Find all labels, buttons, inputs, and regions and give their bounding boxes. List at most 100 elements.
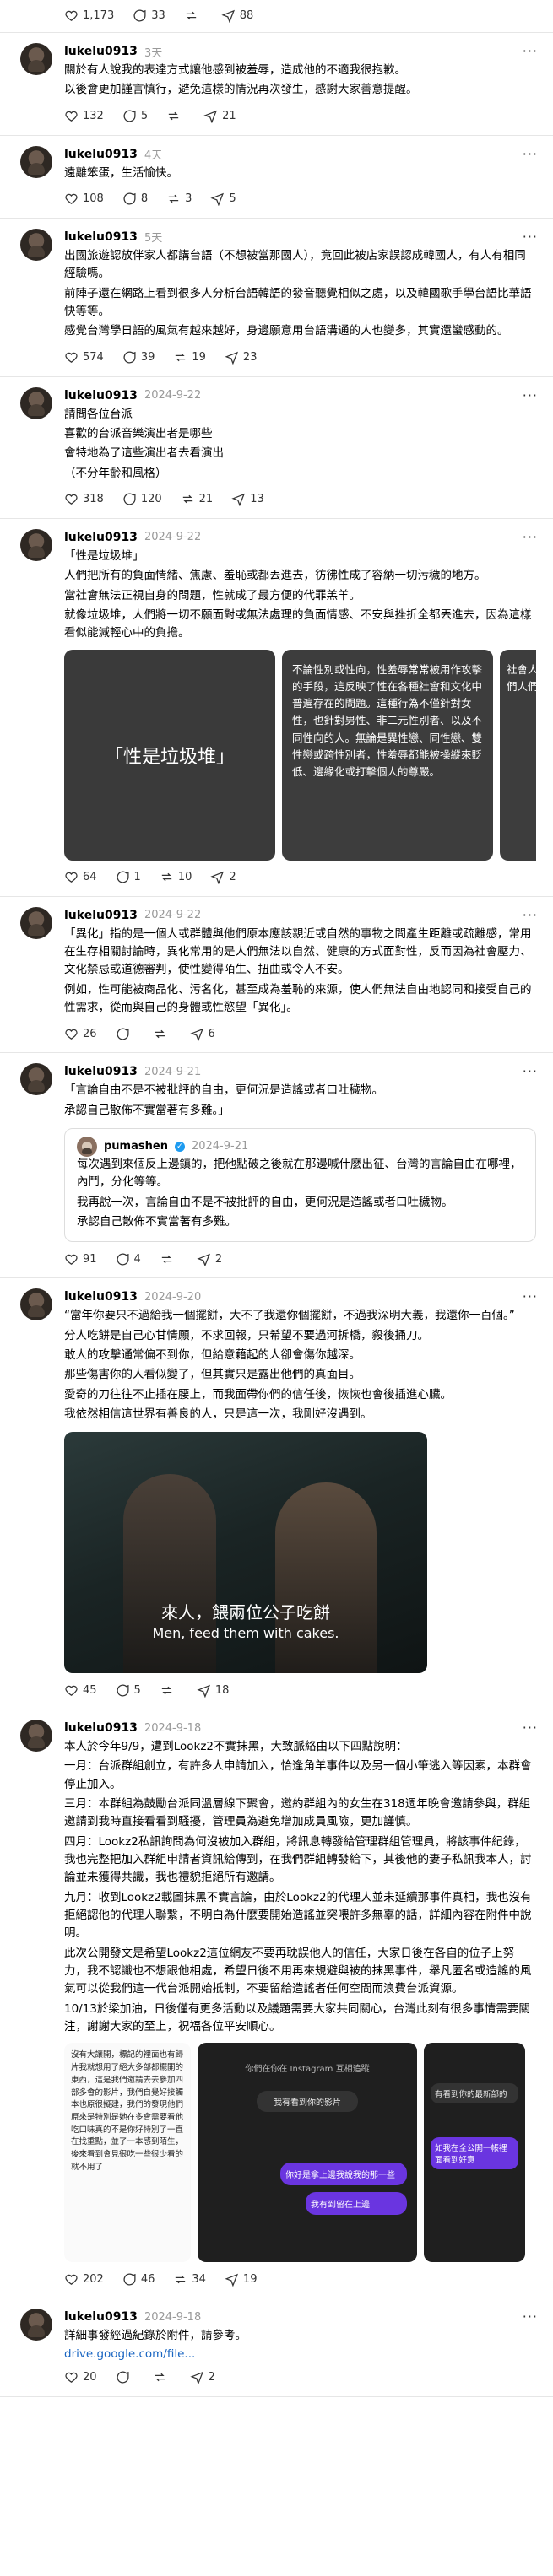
like-button[interactable]: 91 xyxy=(64,1252,97,1266)
more-options-icon[interactable]: ··· xyxy=(523,529,538,545)
like-button[interactable]: 108 xyxy=(64,192,104,206)
repost-button[interactable]: 19 xyxy=(173,350,206,365)
more-options-icon[interactable]: ··· xyxy=(523,907,538,923)
share-button[interactable]: 2 xyxy=(210,870,236,885)
repost-button[interactable] xyxy=(160,1683,178,1698)
quote-username[interactable]: pumashen xyxy=(104,1140,168,1153)
like-button[interactable]: 318 xyxy=(64,492,104,506)
screenshot-card[interactable]: 有看到你的最新部的 如我在全公開一帳裡面看到好意 xyxy=(424,2043,525,2263)
chat-bubble: 你好是拿上邊我說我的那一些 xyxy=(280,2163,407,2186)
share-button[interactable]: 5 xyxy=(210,192,236,207)
comment-button[interactable] xyxy=(116,1027,134,1041)
avatar[interactable] xyxy=(20,228,52,261)
comment-button[interactable]: 46 xyxy=(122,2272,155,2287)
avatar[interactable] xyxy=(20,1720,52,1752)
avatar[interactable] xyxy=(20,2309,52,2341)
avatar[interactable] xyxy=(20,145,52,178)
like-count: 1,173 xyxy=(83,8,115,22)
share-button[interactable]: 88 xyxy=(221,8,253,23)
more-options-icon[interactable]: ··· xyxy=(523,1720,538,1736)
more-options-icon[interactable]: ··· xyxy=(523,1063,538,1079)
share-button[interactable]: 19 xyxy=(225,2272,257,2287)
repost-button[interactable] xyxy=(153,2370,171,2384)
post-paragraph: 每次遇到來個反上邊鎮的，把他點破之後就在那邊喊什麼出征、台灣的言論自由在哪裡，內… xyxy=(77,1157,522,1190)
more-options-icon[interactable]: ··· xyxy=(523,2309,538,2325)
username[interactable]: lukelu0913 xyxy=(64,1721,138,1735)
share-count: 2 xyxy=(214,1252,223,1266)
screenshot-carousel[interactable]: 沒有大讓開，標記的裡面也有歸片我就想用了絕大多部都擺開的東西，這是我們邀請去去參… xyxy=(64,2043,536,2263)
repost-button[interactable] xyxy=(166,109,185,123)
more-options-icon[interactable]: ··· xyxy=(523,229,538,245)
share-icon xyxy=(225,2273,238,2287)
avatar[interactable] xyxy=(20,906,52,939)
share-button[interactable]: 18 xyxy=(197,1683,229,1698)
quoted-post[interactable]: pumashen ✓ 2024-9-21 每次遇到來個反上邊鎮的，把他點破之後就… xyxy=(64,1127,536,1243)
comment-button[interactable] xyxy=(116,2370,134,2384)
image-card[interactable]: 不論性別或性向，性羞辱常常被用作攻擊的手段，這反映了性在各種社會和文化中普遍存在… xyxy=(282,649,493,861)
avatar[interactable] xyxy=(20,1063,52,1096)
username[interactable]: lukelu0913 xyxy=(64,1290,138,1304)
image-card[interactable]: 社會人們人們 xyxy=(500,649,536,861)
avatar[interactable] xyxy=(20,386,52,419)
screenshot-text: 你們在你在 Instagram 互相追蹤 xyxy=(245,2065,370,2075)
repost-count: 10 xyxy=(177,871,192,884)
comment-button[interactable]: 39 xyxy=(122,350,155,365)
like-button[interactable]: 1,173 xyxy=(64,8,114,23)
heart-icon xyxy=(65,1685,78,1696)
repost-button[interactable] xyxy=(160,1252,178,1266)
image-card[interactable]: 「性是垃圾堆」 xyxy=(64,649,275,861)
like-button[interactable]: 26 xyxy=(64,1027,97,1041)
like-button[interactable]: 574 xyxy=(64,350,104,365)
like-button[interactable]: 202 xyxy=(64,2272,104,2287)
username[interactable]: lukelu0913 xyxy=(64,230,138,244)
username[interactable]: lukelu0913 xyxy=(64,148,138,161)
username[interactable]: lukelu0913 xyxy=(64,2310,138,2324)
share-button[interactable]: 13 xyxy=(231,492,264,507)
username[interactable]: lukelu0913 xyxy=(64,389,138,402)
person-figure xyxy=(123,1474,216,1674)
share-button[interactable]: 6 xyxy=(189,1027,215,1041)
share-button[interactable]: 2 xyxy=(197,1252,222,1266)
username[interactable]: lukelu0913 xyxy=(64,909,138,922)
repost-button[interactable]: 10 xyxy=(160,870,192,884)
share-button[interactable]: 2 xyxy=(189,2370,215,2385)
post-paragraph: 遠離笨蛋，生活愉快。 xyxy=(64,165,178,180)
like-button[interactable]: 132 xyxy=(64,109,104,123)
post-actions: 20 2 xyxy=(64,2369,536,2386)
avatar[interactable] xyxy=(77,1136,97,1157)
repost-button[interactable] xyxy=(153,1027,171,1041)
comment-button[interactable]: 120 xyxy=(122,492,162,506)
screenshot-card[interactable]: 你們在你在 Instagram 互相追蹤 我有看到你的影片 你好是拿上邊我說我的… xyxy=(198,2043,417,2263)
share-button[interactable]: 23 xyxy=(225,350,257,365)
avatar[interactable] xyxy=(20,1288,52,1321)
comment-button[interactable]: 1 xyxy=(116,870,141,884)
comment-icon xyxy=(123,193,136,205)
repost-button[interactable]: 3 xyxy=(166,192,192,206)
comment-button[interactable]: 5 xyxy=(116,1683,141,1698)
comment-button[interactable]: 33 xyxy=(133,8,165,23)
like-button[interactable]: 45 xyxy=(64,1683,97,1698)
like-button[interactable]: 64 xyxy=(64,870,97,884)
repost-button[interactable] xyxy=(184,8,203,23)
share-button[interactable]: 21 xyxy=(203,109,236,124)
attachment-link[interactable]: drive.google.com/file... xyxy=(64,2347,195,2361)
image-carousel[interactable]: 「性是垃圾堆」 不論性別或性向，性羞辱常常被用作攻擊的手段，這反映了性在各種社會… xyxy=(64,649,536,861)
more-options-icon[interactable]: ··· xyxy=(523,387,538,403)
video-still[interactable]: 來人，餵兩位公子吃餅 Men, feed them with cakes. xyxy=(64,1432,427,1674)
more-options-icon[interactable]: ··· xyxy=(523,43,538,59)
repost-button[interactable]: 34 xyxy=(173,2272,206,2287)
more-options-icon[interactable]: ··· xyxy=(523,1288,538,1304)
more-options-icon[interactable]: ··· xyxy=(523,146,538,162)
comment-button[interactable]: 5 xyxy=(122,109,148,123)
avatar[interactable] xyxy=(20,43,52,75)
username[interactable]: lukelu0913 xyxy=(64,45,138,58)
username[interactable]: lukelu0913 xyxy=(64,531,138,544)
avatar[interactable] xyxy=(20,528,52,561)
repost-button[interactable]: 21 xyxy=(181,492,213,506)
comment-count: 5 xyxy=(140,110,149,123)
screenshot-card[interactable]: 沒有大讓開，標記的裡面也有歸片我就想用了絕大多部都擺開的東西，這是我們邀請去去參… xyxy=(64,2043,191,2263)
comment-button[interactable]: 8 xyxy=(122,192,148,206)
comment-button[interactable]: 4 xyxy=(116,1252,141,1266)
like-button[interactable]: 20 xyxy=(64,2370,97,2384)
username[interactable]: lukelu0913 xyxy=(64,1065,138,1078)
